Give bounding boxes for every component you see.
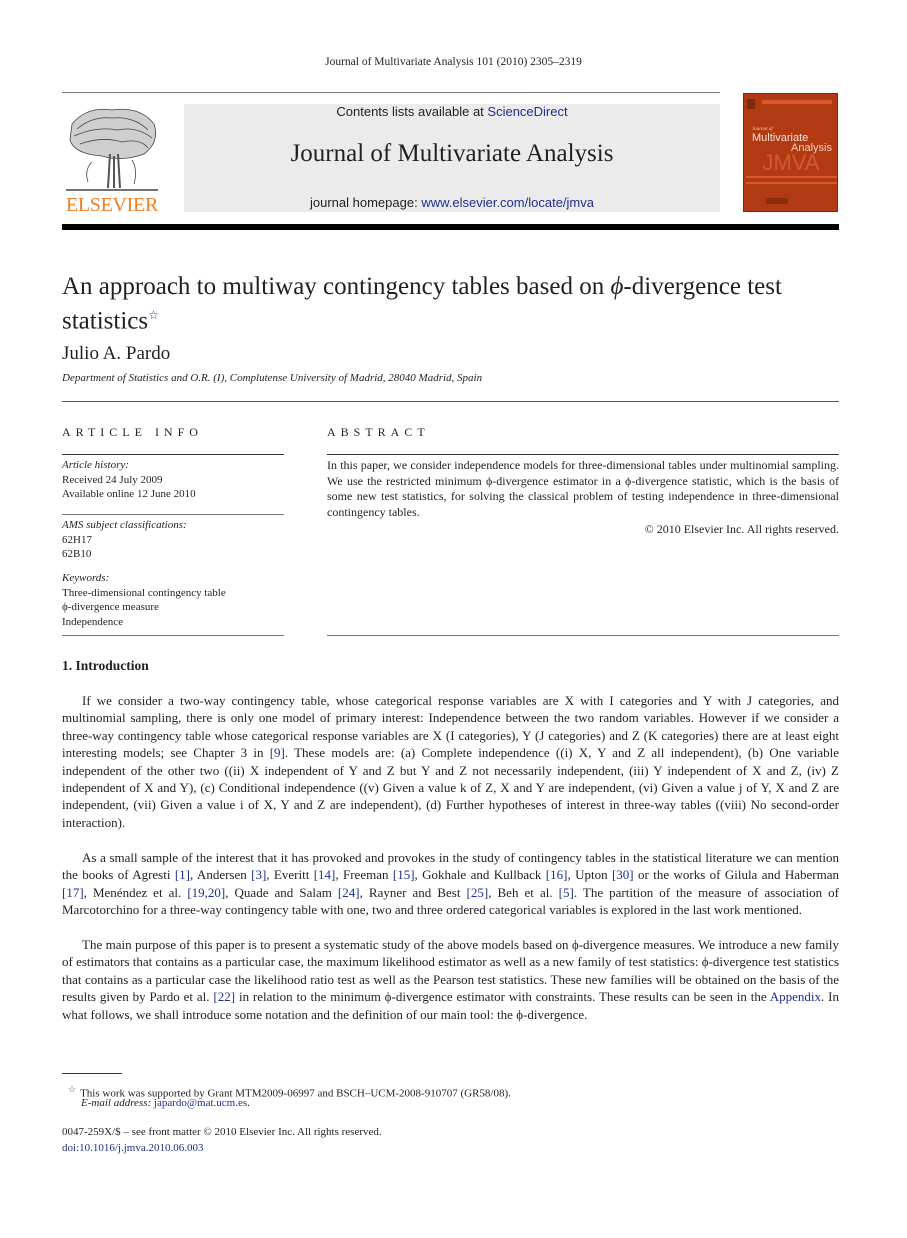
journal-homepage-link[interactable]: www.elsevier.com/locate/jmva (421, 195, 594, 210)
history-label: Article history: (62, 459, 129, 471)
citation-link[interactable]: [17] (62, 885, 84, 900)
citation-link[interactable]: [30] (612, 867, 634, 882)
cover-acronym: JMVA (762, 150, 819, 175)
contents-available-line: Contents lists available at ScienceDirec… (184, 104, 720, 119)
sciencedirect-link[interactable]: ScienceDirect (487, 104, 567, 119)
footnote-star-icon: ☆ (68, 1084, 77, 1094)
keyword: Three-dimensional contingency table (62, 586, 226, 599)
author-affiliation: Department of Statistics and O.R. (I), C… (62, 372, 483, 384)
doi-link[interactable]: doi:10.1016/j.jmva.2010.06.003 (62, 1142, 203, 1154)
ams-code: 62H17 (62, 533, 92, 546)
citation-link[interactable]: Appendix (770, 989, 821, 1004)
email-footnote: E-mail address: japardo@mat.ucm.es. (81, 1097, 250, 1109)
section-heading-introduction: 1. Introduction (62, 658, 149, 673)
citation-link[interactable]: [22] (213, 989, 235, 1004)
elsevier-wordmark: ELSEVIER (65, 194, 159, 216)
abstract-divider (327, 454, 839, 455)
author-email-link[interactable]: japardo@mat.ucm.es (154, 1097, 247, 1109)
citation-link[interactable]: [19,20] (187, 885, 225, 900)
article-info-divider (62, 635, 284, 636)
title-footnote-star-icon[interactable]: ☆ (148, 308, 159, 322)
citation-link[interactable]: [24] (338, 885, 360, 900)
keywords: Keywords: Three-dimensional contingency … (62, 571, 284, 629)
homepage-prefix: journal homepage: (310, 195, 422, 210)
title-phi: ϕ (610, 273, 624, 300)
masthead-thick-rule (62, 224, 839, 230)
ams-label: AMS subject classifications: (62, 519, 187, 531)
ams-classifications: AMS subject classifications: 62H17 62B10 (62, 518, 284, 562)
contents-prefix: Contents lists available at (336, 104, 488, 119)
citation-link[interactable]: [16] (546, 867, 568, 882)
keyword: Independence (62, 615, 124, 628)
citation-link[interactable]: [14] (314, 867, 336, 882)
running-head: Journal of Multivariate Analysis 101 (20… (325, 56, 582, 68)
masthead-divider (62, 92, 720, 93)
abstract-text: In this paper, we consider independence … (327, 458, 839, 519)
title-divider (62, 401, 839, 402)
citation-link[interactable]: [25] (467, 885, 489, 900)
article-info-heading: ARTICLE INFO (62, 425, 203, 439)
title-part1: An approach to multiway contingency tabl… (62, 273, 611, 300)
available-date: Available online 12 June 2010 (62, 488, 196, 500)
article-info-divider (62, 514, 284, 515)
citation-link[interactable]: [1] (175, 867, 190, 882)
abstract-copyright: © 2010 Elsevier Inc. All rights reserved… (644, 522, 839, 536)
journal-cover-thumbnail: Journal of Multivariate Analysis JMVA (743, 93, 838, 212)
citation-link[interactable]: [15] (393, 867, 415, 882)
author-name: Julio A. Pardo (62, 343, 171, 364)
keyword: ϕ-divergence measure (62, 601, 159, 613)
journal-name: Journal of Multivariate Analysis (290, 140, 614, 167)
abstract-heading: ABSTRACT (327, 425, 430, 439)
citation-link[interactable]: [9] (270, 745, 285, 760)
article-history: Article history: Received 24 July 2009 A… (62, 458, 284, 502)
email-label: E-mail address: (81, 1097, 154, 1109)
intro-paragraph: The main purpose of this paper is to pre… (62, 937, 840, 1022)
ams-code: 62B10 (62, 548, 92, 560)
front-matter: 0047-259X/$ – see front matter © 2010 El… (62, 1125, 382, 1156)
article-title: An approach to multiway contingency tabl… (62, 273, 842, 335)
article-info-divider (62, 454, 284, 455)
abstract-divider (327, 635, 839, 636)
citation-link[interactable]: [5] (559, 885, 574, 900)
email-suffix: . (247, 1097, 250, 1109)
journal-homepage-line: journal homepage: www.elsevier.com/locat… (184, 195, 720, 210)
citation-link[interactable]: [3] (251, 867, 266, 882)
intro-paragraph: If we consider a two-way contingency tab… (62, 693, 840, 830)
received-date: Received 24 July 2009 (62, 473, 163, 486)
footnote-divider (62, 1073, 122, 1074)
keywords-label: Keywords: (62, 572, 110, 584)
intro-paragraph: As a small sample of the interest that i… (62, 850, 840, 918)
issn-line: 0047-259X/$ – see front matter © 2010 El… (62, 1126, 382, 1138)
